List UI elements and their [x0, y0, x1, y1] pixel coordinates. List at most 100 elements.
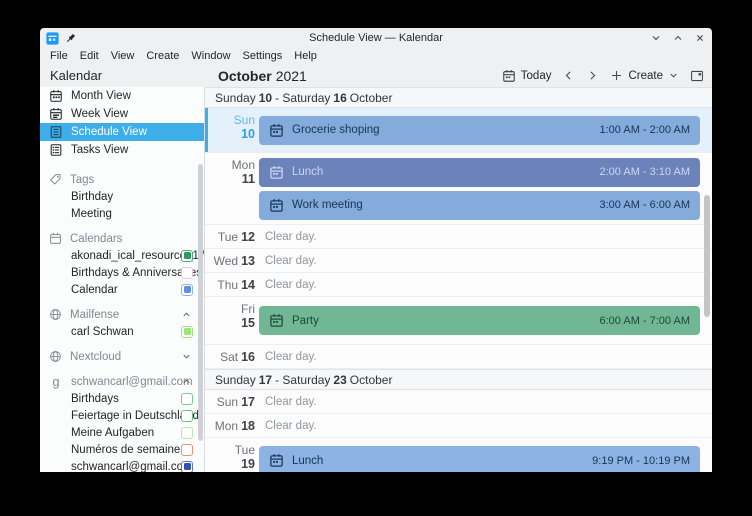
menu-window[interactable]: Window	[185, 50, 236, 62]
calendar-item-schwancarl[interactable]: schwancarl@gmail.com	[40, 458, 204, 472]
calendar-item-birthdays[interactable]: Birthdays	[40, 390, 204, 407]
calendar-checkbox[interactable]	[181, 249, 193, 262]
day-row-fri-15[interactable]: Fri 15 Party 6:00 AM - 7:00 AM	[205, 297, 712, 345]
account-header-gmail[interactable]: g schwancarl@gmail.com	[40, 373, 204, 390]
sidebar-item-month-view[interactable]: Month View	[40, 87, 204, 105]
day-row-sun-10[interactable]: Sun 10 Grocerie shoping 1:00 AM - 2:00 A…	[205, 108, 712, 153]
event-lunch[interactable]: Lunch 2:00 AM - 3:10 AM	[259, 157, 700, 187]
calendar-checkbox[interactable]	[181, 266, 193, 279]
clear-day-label: Clear day.	[265, 419, 317, 432]
tag-icon	[49, 173, 62, 186]
menu-settings[interactable]: Settings	[237, 50, 289, 62]
day-row-thu-14[interactable]: Thu 14 Clear day.	[205, 273, 712, 297]
menu-view[interactable]: View	[105, 50, 141, 62]
gmail-account-section: g schwancarl@gmail.com Birthdays Feierta…	[40, 373, 204, 472]
week-header: Sunday 17- Saturday 23 October	[205, 369, 712, 390]
sidebar-item-week-view[interactable]: Week View	[40, 105, 204, 123]
year-label: 2021	[275, 67, 307, 84]
calendar-checkbox[interactable]	[181, 392, 193, 405]
today-accent-bar	[205, 108, 208, 152]
calendar-checkbox[interactable]	[181, 283, 193, 296]
menu-bar: File Edit View Create Window Settings He…	[40, 48, 712, 64]
chevron-right-icon	[590, 71, 596, 80]
section-title: Calendars	[70, 232, 123, 245]
calendar-item-carl-schwan[interactable]: carl Schwan	[40, 323, 204, 340]
calendar-item-birthdays-anniversaries[interactable]: Birthdays & Anniversaries	[40, 264, 204, 281]
calendar-checkbox[interactable]	[181, 325, 193, 338]
calendar-item-numeros-de-semaine[interactable]: Numéros de semaine	[40, 441, 204, 458]
event-grocerie-shoping[interactable]: Grocerie shoping 1:00 AM - 2:00 AM	[259, 115, 700, 145]
event-lunch[interactable]: Lunch 9:19 PM - 10:19 PM	[259, 446, 700, 472]
account-header-nextcloud[interactable]: Nextcloud	[40, 348, 204, 365]
calendar-item-akonadi[interactable]: akonadi_ical_resource_17	[40, 247, 204, 264]
close-button[interactable]	[694, 32, 706, 44]
tags-section-header[interactable]: Tags	[40, 171, 204, 188]
chevron-up-icon[interactable]	[181, 309, 192, 320]
maximize-button[interactable]	[672, 32, 684, 44]
schedule-scrollbar[interactable]	[704, 195, 710, 317]
titlebar[interactable]: Schedule View — Kalendar	[40, 28, 712, 48]
kalendar-window: Schedule View — Kalendar File Edit View …	[40, 28, 712, 472]
day-row-sat-16[interactable]: Sat 16 Clear day.	[205, 345, 712, 369]
divider	[40, 159, 204, 163]
clear-day-label: Clear day.	[265, 278, 317, 291]
plus-icon	[612, 71, 622, 80]
day-row-tue-19[interactable]: Tue 19 Lunch 9:19 PM - 10:19 PM	[205, 438, 712, 472]
day-row-mon-11[interactable]: Mon 11 Lunch 2:00 AM - 3:10 AM Work meet…	[205, 153, 712, 225]
menu-file[interactable]: File	[44, 50, 74, 62]
calendar-checkbox[interactable]	[181, 443, 193, 456]
chevron-left-icon	[566, 71, 571, 80]
window-title: Schedule View — Kalendar	[309, 32, 443, 44]
section-title: Mailfense	[70, 308, 120, 321]
sidebar-title: Kalendar	[50, 68, 103, 83]
month-label: October	[218, 67, 272, 84]
sidebar-item-tasks-view[interactable]: Tasks View	[40, 141, 204, 159]
sidebar-item-label: Week View	[71, 108, 129, 120]
event-party[interactable]: Party 6:00 AM - 7:00 AM	[259, 306, 700, 335]
week-header: Sunday 10- Saturday 16 October	[205, 87, 712, 108]
create-label: Create	[628, 69, 663, 82]
sidebar-toggle-button[interactable]	[690, 69, 704, 83]
previous-button[interactable]	[562, 69, 575, 82]
nextcloud-account-section: Nextcloud	[40, 348, 204, 365]
pin-icon[interactable]	[65, 33, 76, 44]
calendar-item-feiertage[interactable]: Feiertage in Deutschland	[40, 407, 204, 424]
menu-create[interactable]: Create	[140, 50, 185, 62]
sidebar-item-schedule-view[interactable]: Schedule View	[40, 123, 204, 141]
create-button[interactable]: Create	[610, 69, 679, 82]
calendar-item-meine-aufgaben[interactable]: Meine Aufgaben	[40, 424, 204, 441]
minimize-button[interactable]	[650, 32, 662, 44]
calendars-section-header[interactable]: Calendars	[40, 230, 204, 247]
tag-item-meeting[interactable]: Meeting	[40, 205, 204, 222]
chevron-down-icon	[670, 73, 677, 78]
chevron-down-icon[interactable]	[181, 351, 192, 362]
calendar-item-calendar[interactable]: Calendar	[40, 281, 204, 298]
day-row-sun-17[interactable]: Sun 17 Clear day.	[205, 390, 712, 414]
calendar-checkbox[interactable]	[181, 426, 193, 439]
day-row-wed-13[interactable]: Wed 13 Clear day.	[205, 249, 712, 273]
today-button[interactable]: Today	[502, 69, 552, 83]
menu-edit[interactable]: Edit	[74, 50, 105, 62]
tasks-view-icon	[49, 143, 63, 157]
event-time: 6:00 AM - 7:00 AM	[599, 314, 691, 327]
account-header-mailfense[interactable]: Mailfense	[40, 306, 204, 323]
calendar-checkbox[interactable]	[181, 460, 193, 472]
day-number: 15	[241, 316, 255, 330]
chevron-up-icon[interactable]	[181, 376, 192, 387]
day-number: 11	[241, 172, 255, 186]
today-label: Today	[520, 69, 552, 82]
sidebar-scrollbar[interactable]	[198, 164, 203, 441]
clear-day-label: Clear day.	[265, 350, 317, 363]
tag-item-birthday[interactable]: Birthday	[40, 188, 204, 205]
day-number: 19	[241, 457, 255, 471]
day-row-mon-18[interactable]: Mon 18 Clear day.	[205, 414, 712, 438]
calendar-checkbox[interactable]	[181, 409, 193, 422]
menu-help[interactable]: Help	[288, 50, 323, 62]
event-work-meeting[interactable]: Work meeting 3:00 AM - 6:00 AM	[259, 190, 700, 220]
event-time: 3:00 AM - 6:00 AM	[599, 199, 691, 211]
next-button[interactable]	[586, 69, 599, 82]
day-row-tue-12[interactable]: Tue 12 Clear day.	[205, 225, 712, 249]
event-title: Work meeting	[292, 199, 363, 211]
sidebar-item-label: Tasks View	[71, 144, 129, 156]
event-calendar-icon	[269, 198, 284, 213]
